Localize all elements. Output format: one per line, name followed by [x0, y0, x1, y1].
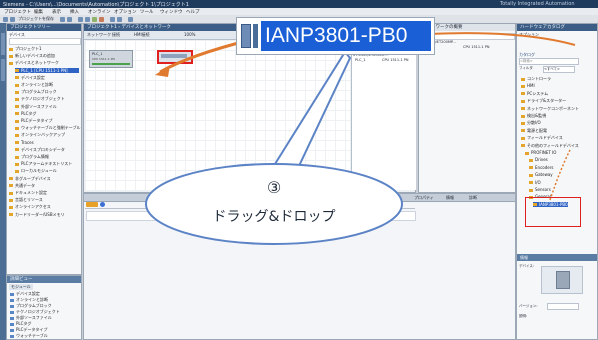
drag-arrow-left-head-icon [155, 65, 170, 77]
drag-guide-right [549, 149, 571, 201]
device-name-label: IANP3801-PB0 [261, 21, 431, 51]
step-instruction: ドラッグ&ドロップ [212, 209, 336, 225]
step-number: ③ [266, 178, 282, 197]
device-module-icon-side [253, 24, 258, 48]
drag-arrow-right [429, 32, 576, 46]
device-drag-chip[interactable]: IANP3801-PB0 [236, 17, 435, 55]
device-module-icon [241, 24, 251, 48]
